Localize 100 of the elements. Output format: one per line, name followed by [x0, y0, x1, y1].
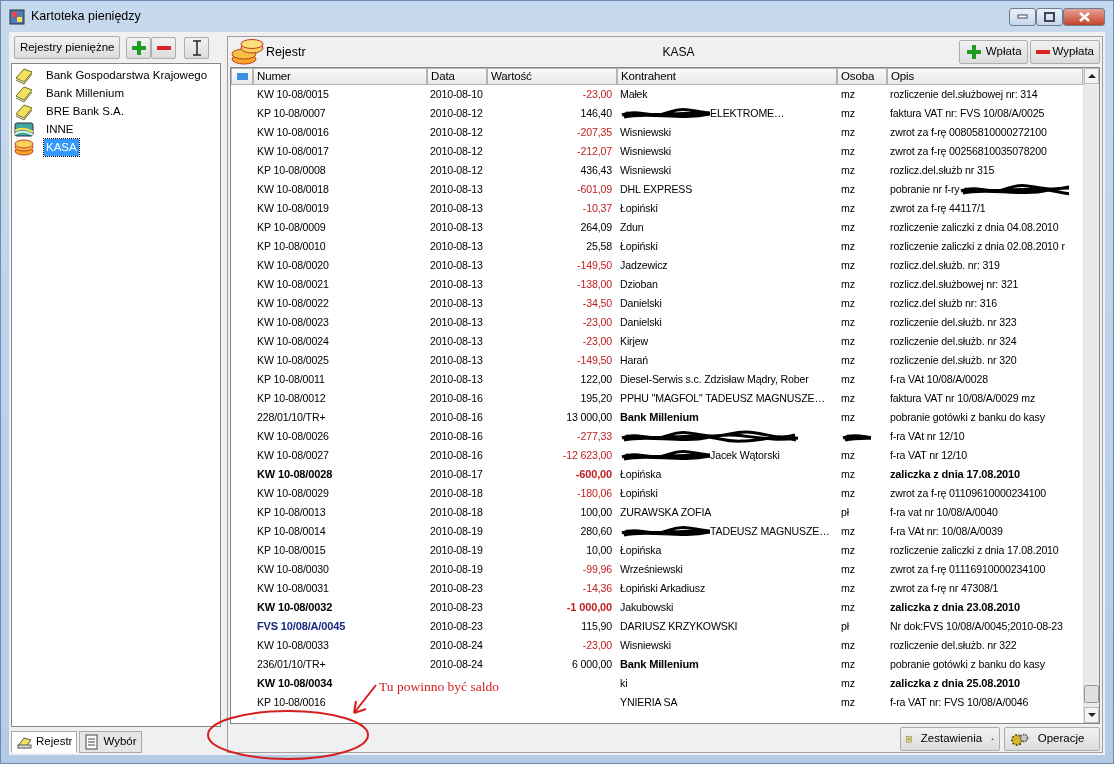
- minimize-button[interactable]: [1009, 7, 1036, 26]
- amount-text: -23,00: [582, 637, 612, 653]
- amount-text: -180,06: [577, 485, 612, 501]
- contractor-text: Łopiński: [620, 485, 658, 501]
- document-number-text: KW 10-08/0024: [257, 333, 329, 349]
- amount-text: 10,00: [586, 542, 612, 558]
- date-text: 2010-08-19: [430, 542, 483, 558]
- contractor-text: Łopiński: [620, 238, 658, 254]
- close-button[interactable]: [1063, 7, 1105, 26]
- column-header[interactable]: Osoba: [837, 68, 887, 85]
- amount-text: 25,58: [586, 238, 612, 254]
- person-text: mz: [841, 485, 855, 501]
- close-icon: [1078, 11, 1090, 22]
- remove-button[interactable]: [151, 36, 177, 59]
- date-text: 2010-08-13: [430, 181, 483, 197]
- description-text: rozliczenie del.służb. nr 324: [890, 333, 1017, 349]
- register-item[interactable]: INNE: [44, 120, 76, 138]
- contractor-text: Bank Millenium: [620, 410, 699, 426]
- column-header[interactable]: Data: [427, 68, 487, 85]
- description-text: pobranie nr f-ry: [890, 181, 960, 197]
- contractor-text: Bank Millenium: [620, 657, 699, 673]
- reports-button[interactable]: Zestawienia: [900, 727, 1000, 751]
- withdrawal-button[interactable]: Wypłata: [1029, 40, 1100, 64]
- date-text: 2010-08-24: [430, 637, 483, 653]
- amount-text: 13 000,00: [566, 409, 612, 425]
- contractor-text: Jacek Wątorski: [710, 447, 780, 463]
- column-header[interactable]: Opis: [887, 68, 1083, 85]
- add-button[interactable]: [126, 36, 152, 59]
- document-number-text: KP 10-08/0010: [257, 238, 326, 254]
- scroll-thumb[interactable]: [1084, 685, 1099, 703]
- scrollbar[interactable]: [1083, 68, 1099, 723]
- document-number-text: KP 10-08/0008: [257, 162, 326, 178]
- register-item[interactable]: Bank Millenium: [44, 84, 126, 102]
- cursor-button[interactable]: [184, 36, 210, 59]
- contractor-text: Diesel-Serwis s.c. Zdzisław Mądry, Rober: [620, 371, 809, 387]
- contractor-text: ZURAWSKA ZOFIA: [620, 504, 712, 520]
- contractor-text: Wisniewski: [620, 124, 671, 140]
- document-number-text: KP 10-08/0016: [257, 694, 326, 710]
- amount-text: -138,00: [577, 276, 612, 292]
- contractor-text: Wisniewski: [620, 162, 671, 178]
- date-text: 2010-08-17: [430, 466, 483, 482]
- document-number-text: KP 10-08/0013: [257, 504, 326, 520]
- description-text: rozliczenie zaliczki z dnia 17.08.2010: [890, 542, 1059, 558]
- registers-button[interactable]: Rejestry pieniężne: [13, 36, 121, 60]
- contractor-text: Jadzewicz: [620, 257, 668, 273]
- contractor-text: TADEUSZ MAGNUSZE…: [710, 523, 830, 539]
- document-number-text: KW 10-08/0020: [257, 257, 329, 273]
- column-header[interactable]: Numer: [253, 68, 427, 85]
- contractor-text: Kirjew: [620, 333, 648, 349]
- date-text: 2010-08-23: [430, 580, 483, 596]
- deposit-button[interactable]: Wpłata: [958, 40, 1028, 64]
- document-number-text: KW 10-08/0015: [257, 86, 329, 102]
- contractor-text: Łopiński: [620, 200, 658, 216]
- person-text: mz: [841, 599, 855, 615]
- amount-text: 195,20: [580, 390, 612, 406]
- document-number-text: KP 10-08/0012: [257, 390, 326, 406]
- operations-button[interactable]: Operacje: [1004, 727, 1100, 751]
- column-header[interactable]: Wartość: [487, 68, 617, 85]
- person-text: mz: [841, 656, 855, 672]
- person-text: mz: [841, 295, 855, 311]
- contractor-text: Łopiński Arkadiusz: [620, 580, 706, 596]
- person-text: mz: [841, 200, 855, 216]
- card-stack-icon: [14, 65, 34, 85]
- person-text: mz: [841, 637, 855, 653]
- document-number-text: 236/01/10/TR+: [257, 656, 326, 672]
- date-text: 2010-08-16: [430, 428, 483, 444]
- person-text: mz: [841, 352, 855, 368]
- annotation-arrow: [353, 684, 377, 714]
- contractor-text: PPHU "MAGFOL" TADEUSZ MAGNUSZE…: [620, 390, 825, 406]
- amount-text: -212,07: [577, 143, 612, 159]
- description-text: rozliczenie zaliczki z dnia 04.08.2010: [890, 219, 1059, 235]
- person-text: mz: [841, 276, 855, 292]
- description-text: pobranie gotówki z banku do kasy: [890, 656, 1045, 672]
- person-text: mz: [841, 694, 855, 710]
- description-text: faktura VAT nr: FVS 10/08/A/0025: [890, 105, 1045, 121]
- document-number-text: KP 10-08/0011: [257, 371, 325, 387]
- date-text: 2010-08-13: [430, 371, 483, 387]
- person-text: mz: [841, 561, 855, 577]
- column-header[interactable]: Kontrahent: [617, 68, 837, 85]
- date-text: 2010-08-19: [430, 561, 483, 577]
- amount-text: 264,09: [580, 219, 612, 235]
- maximize-button[interactable]: [1036, 7, 1063, 26]
- amount-text: -149,50: [577, 352, 612, 368]
- contractor-text: DARIUSZ KRZYKOWSKI: [620, 618, 738, 634]
- plus-icon: [129, 38, 148, 57]
- card-stack-icon: [14, 83, 34, 103]
- document-number-text: KP 10-08/0014: [257, 523, 326, 539]
- panel-tab[interactable]: Rejestr: [11, 731, 78, 753]
- register-name: KASA: [661, 44, 696, 61]
- amount-text: -23,00: [582, 333, 612, 349]
- description-text: Nr dok:FVS 10/08/A/0045;2010-08-23: [890, 618, 1063, 634]
- register-item[interactable]: Bank Gospodarstwa Krajowego: [44, 66, 210, 84]
- description-text: zaliczka z dnia 23.08.2010: [890, 600, 1021, 616]
- description-text: f-ra VAt 10/08/A/0028: [890, 371, 988, 387]
- description-text: zwrot za f-rę nr 47308/1: [890, 580, 999, 596]
- description-text: f-ra VAT nr 12/10: [890, 447, 967, 463]
- amount-text: 436,43: [580, 162, 612, 178]
- register-item[interactable]: BRE Bank S.A.: [44, 102, 126, 120]
- date-text: 2010-08-12: [430, 124, 483, 140]
- panel-tab[interactable]: Wybór: [79, 731, 142, 753]
